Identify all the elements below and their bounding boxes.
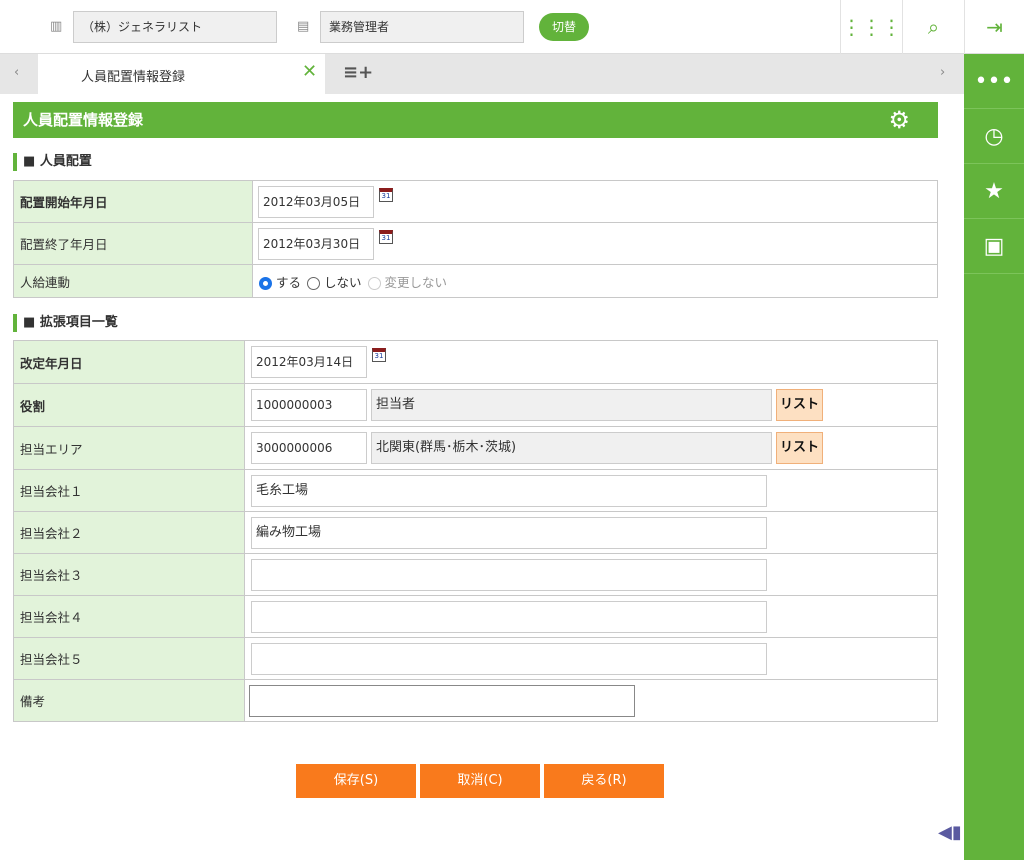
page-title-text: 人員配置情報登録 bbox=[23, 111, 144, 129]
field-label: 役割 bbox=[13, 383, 245, 427]
tab-bar: ‹ 人員配置情報登録 ✕ ≡+ › bbox=[0, 54, 964, 94]
radio-no[interactable] bbox=[307, 276, 321, 290]
tab-staff-placement[interactable]: 人員配置情報登録 ✕ bbox=[38, 54, 325, 94]
building-icon: ▥ bbox=[50, 19, 63, 34]
radio-label: する bbox=[276, 274, 302, 290]
area-list-button[interactable]: リスト bbox=[775, 432, 823, 464]
clipboard-icon: ▤ bbox=[297, 19, 310, 34]
area-name-field: 北関東(群馬･栃木･茨城) bbox=[370, 432, 772, 464]
placement-table: 配置開始年月日 2012年03月05日 31 配置終了年月日 2012年03月30… bbox=[13, 180, 938, 298]
switch-button[interactable]: 切替 bbox=[539, 13, 589, 41]
save-button[interactable]: 保存(S) bbox=[296, 764, 416, 798]
radio-yes[interactable] bbox=[259, 276, 272, 290]
back-button[interactable]: 戻る(R) bbox=[544, 764, 664, 798]
right-sidebar: ••• ◷ ★ ▣ bbox=[964, 54, 1024, 860]
collapse-arrow-icon[interactable]: ◀▮ bbox=[938, 822, 962, 843]
company1-input[interactable]: 毛糸工場 bbox=[251, 474, 767, 507]
section-heading-placement: ■ 人員配置 bbox=[13, 153, 92, 171]
calendar-icon[interactable]: 31 bbox=[379, 187, 393, 202]
remarks-textarea[interactable] bbox=[249, 684, 635, 717]
company-field[interactable]: （株）ジェネラリスト bbox=[73, 11, 277, 43]
history-icon[interactable]: ◷ bbox=[964, 109, 1024, 164]
more-icon[interactable]: ••• bbox=[964, 54, 1024, 109]
role-name-field: 担当者 bbox=[370, 389, 772, 421]
field-label: 人給連動 bbox=[13, 264, 253, 298]
field-label: 担当会社３ bbox=[13, 553, 245, 596]
company2-input[interactable]: 編み物工場 bbox=[251, 516, 767, 549]
field-label: 備考 bbox=[13, 679, 245, 722]
search-icon[interactable]: ⌕ bbox=[902, 0, 964, 54]
field-label: 担当エリア bbox=[13, 426, 245, 470]
role-code-input[interactable]: 1000000003 bbox=[251, 389, 367, 421]
company3-input[interactable] bbox=[251, 558, 767, 591]
revision-date-input[interactable]: 2012年03月14日 bbox=[251, 346, 367, 378]
end-date-input[interactable]: 2012年03月30日 bbox=[258, 227, 374, 260]
radio-unchanged bbox=[367, 276, 381, 290]
field-label: 担当会社５ bbox=[13, 637, 245, 680]
gear-icon[interactable]: ⚙ bbox=[888, 102, 910, 138]
star-icon[interactable]: ★ bbox=[964, 164, 1024, 219]
cancel-button[interactable]: 取消(C) bbox=[420, 764, 540, 798]
company5-input[interactable] bbox=[251, 642, 767, 675]
start-date-input[interactable]: 2012年03月05日 bbox=[258, 185, 374, 218]
radio-label: しない bbox=[324, 274, 362, 290]
top-bar: ▥ （株）ジェネラリスト ▤ 業務管理者 切替 ⋮⋮⋮ ⌕ ⇥ bbox=[0, 0, 1024, 54]
calendar-icon[interactable]: 31 bbox=[379, 229, 393, 244]
apps-grid-icon[interactable]: ⋮⋮⋮ bbox=[840, 0, 902, 54]
section-heading-extended: ■ 拡張項目一覧 bbox=[13, 314, 118, 332]
field-label: 担当会社４ bbox=[13, 595, 245, 638]
field-label: 配置終了年月日 bbox=[13, 222, 253, 265]
calendar-icon[interactable]: 31 bbox=[372, 348, 386, 362]
company4-input[interactable] bbox=[251, 600, 767, 633]
tab-scroll-left-icon[interactable]: ‹ bbox=[14, 65, 19, 80]
role-list-button[interactable]: リスト bbox=[775, 389, 823, 421]
extended-items-table: 改定年月日 2012年03月14日 31 役割 1000000003 担当者 リスト… bbox=[13, 340, 938, 722]
tab-scroll-right-icon[interactable]: › bbox=[940, 65, 945, 80]
field-label: 配置開始年月日 bbox=[13, 180, 253, 223]
close-tab-icon[interactable]: ✕ bbox=[302, 61, 317, 82]
field-label: 担当会社２ bbox=[13, 511, 245, 554]
field-label: 担当会社１ bbox=[13, 469, 245, 512]
section-title: 拡張項目一覧 bbox=[39, 315, 118, 330]
inbox-icon[interactable]: ▣ bbox=[964, 219, 1024, 274]
tab-label: 人員配置情報登録 bbox=[81, 70, 186, 85]
page-title: 人員配置情報登録 ⚙ bbox=[13, 102, 938, 138]
field-label: 改定年月日 bbox=[13, 340, 245, 384]
role-field[interactable]: 業務管理者 bbox=[320, 11, 524, 43]
radio-label: 変更しない bbox=[384, 274, 448, 290]
area-code-input[interactable]: 3000000006 bbox=[251, 432, 367, 464]
logout-icon[interactable]: ⇥ bbox=[964, 0, 1024, 54]
section-title: 人員配置 bbox=[39, 154, 92, 169]
add-tab-icon[interactable]: ≡+ bbox=[343, 62, 373, 83]
